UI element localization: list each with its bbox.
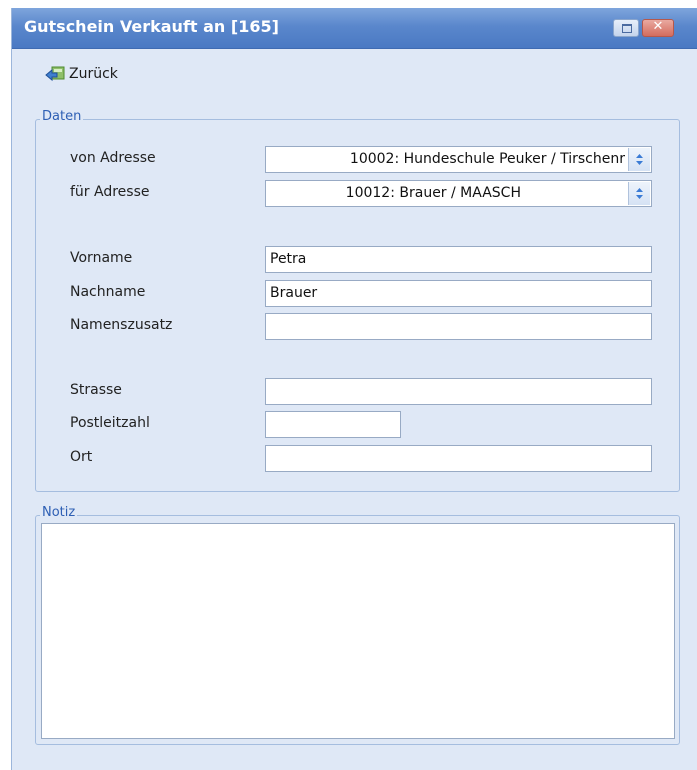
up-down-spinner-icon <box>636 154 643 165</box>
title-bar[interactable]: Gutschein Verkauft an [165] ✕ <box>12 8 697 49</box>
namenszusatz-input[interactable] <box>265 313 652 340</box>
nachname-input[interactable]: Brauer <box>265 280 652 307</box>
vorname-input[interactable]: Petra <box>265 246 652 273</box>
notiz-textarea[interactable] <box>41 523 675 739</box>
vorname-label: Vorname <box>70 250 133 266</box>
fuer-adresse-spinner[interactable] <box>628 182 650 205</box>
up-down-spinner-icon <box>636 188 643 199</box>
von-adresse-select[interactable]: 10002: Hundeschule Peuker / Tirschenr <box>265 146 652 173</box>
restore-button[interactable] <box>613 19 639 37</box>
postleitzahl-label: Postleitzahl <box>70 415 150 431</box>
von-adresse-spinner[interactable] <box>628 148 650 171</box>
von-adresse-label: von Adresse <box>70 150 156 166</box>
fuer-adresse-select[interactable]: 10012: Brauer / MAASCH <box>265 180 652 207</box>
daten-legend: Daten <box>40 109 84 124</box>
back-label: Zurück <box>69 66 118 82</box>
namenszusatz-label: Namenszusatz <box>70 317 173 333</box>
postleitzahl-input[interactable] <box>265 411 401 438</box>
von-adresse-value: 10002: Hundeschule Peuker / Tirschenr <box>349 151 625 167</box>
ort-label: Ort <box>70 449 93 465</box>
strasse-label: Strasse <box>70 382 122 398</box>
close-button[interactable]: ✕ <box>642 19 674 37</box>
nachname-label: Nachname <box>70 284 146 300</box>
toolbar: Zurück <box>12 49 697 99</box>
ort-input[interactable] <box>265 445 652 472</box>
restore-icon <box>622 24 632 33</box>
fuer-adresse-label: für Adresse <box>70 184 150 200</box>
strasse-input[interactable] <box>265 378 652 405</box>
dialog-window: Gutschein Verkauft an [165] ✕ Zurück Dat… <box>11 8 697 770</box>
back-arrow-icon <box>45 66 65 82</box>
window-title: Gutschein Verkauft an [165] <box>24 17 279 36</box>
fuer-adresse-value: 10012: Brauer / MAASCH <box>345 185 521 201</box>
notiz-legend: Notiz <box>40 505 78 520</box>
close-icon: ✕ <box>652 19 664 34</box>
